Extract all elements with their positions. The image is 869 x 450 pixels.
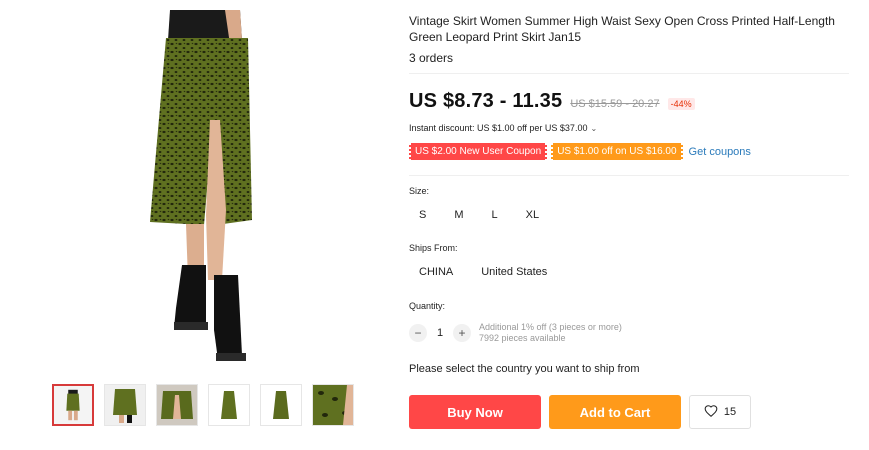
original-price: US $15.59 - 20.27 [570, 98, 660, 110]
bulk-discount-note: Additional 1% off (3 pieces or more) [479, 322, 622, 332]
thumbnail-4[interactable] [208, 384, 250, 426]
chevron-down-icon: ⌄ [590, 123, 598, 133]
instant-discount[interactable]: Instant discount: US $1.00 off per US $3… [409, 123, 597, 133]
size-label: Size: [409, 186, 430, 196]
divider [409, 73, 849, 74]
main-product-image[interactable] [130, 10, 280, 370]
price-row: US $8.73 - 11.35 US $15.59 - 20.27 -44% [409, 90, 695, 113]
discount-badge: -44% [667, 98, 695, 110]
new-user-coupon[interactable]: US $2.00 New User Coupon [409, 143, 548, 160]
quantity-increase-button[interactable]: + [453, 324, 471, 342]
size-option-l[interactable]: L [482, 205, 508, 225]
thumbnail-6[interactable] [312, 384, 354, 426]
thumbnail-2[interactable] [104, 384, 146, 426]
wishlist-button[interactable]: 15 [689, 395, 751, 429]
ships-from-china[interactable]: CHINA [409, 262, 463, 282]
price-range: US $8.73 - 11.35 [409, 90, 563, 112]
size-option-xl[interactable]: XL [516, 205, 549, 225]
action-buttons: Buy Now Add to Cart 15 [409, 395, 751, 429]
thumbnail-strip [52, 384, 354, 426]
get-coupons-link[interactable]: Get coupons [689, 146, 751, 158]
product-title: Vintage Skirt Women Summer High Waist Se… [409, 14, 835, 44]
store-coupon[interactable]: US $1.00 off on US $16.00 [551, 143, 683, 160]
quantity-stepper: − 1 + Additional 1% off (3 pieces or mor… [409, 322, 622, 344]
divider [409, 175, 849, 176]
stock-available: 7992 pieces available [479, 333, 566, 343]
instant-discount-text: Instant discount: US $1.00 off per US $3… [409, 123, 588, 133]
quantity-decrease-button[interactable]: − [409, 324, 427, 342]
shipping-message: Please select the country you want to sh… [409, 363, 640, 375]
wishlist-count: 15 [723, 406, 737, 418]
quantity-input[interactable]: 1 [427, 327, 453, 339]
size-options: S M L XL [409, 205, 557, 225]
ships-from-united-states[interactable]: United States [471, 262, 557, 282]
ships-from-options: CHINA United States [409, 262, 565, 282]
thumbnail-3[interactable] [156, 384, 198, 426]
quantity-note: Additional 1% off (3 pieces or more) 799… [479, 322, 622, 344]
quantity-label: Quantity: [409, 301, 446, 311]
size-option-s[interactable]: S [409, 205, 436, 225]
thumbnail-5[interactable] [260, 384, 302, 426]
ships-from-label: Ships From: [409, 243, 458, 253]
heart-icon [704, 404, 718, 421]
coupon-row: US $2.00 New User Coupon US $1.00 off on… [409, 143, 751, 160]
thumbnail-1[interactable] [52, 384, 94, 426]
orders-count: 3 orders [409, 51, 454, 65]
add-to-cart-button[interactable]: Add to Cart [549, 395, 681, 429]
product-gallery [0, 0, 400, 450]
size-option-m[interactable]: M [444, 205, 473, 225]
buy-now-button[interactable]: Buy Now [409, 395, 541, 429]
